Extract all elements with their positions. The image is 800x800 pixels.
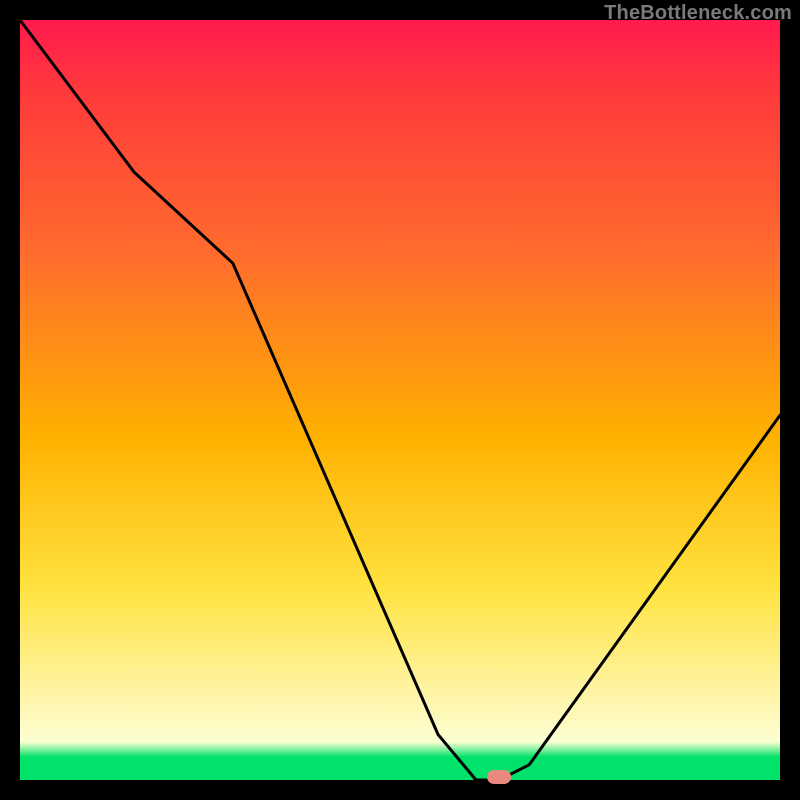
optimal-marker xyxy=(487,770,511,784)
plot-area xyxy=(20,20,780,780)
bottleneck-curve xyxy=(20,20,780,780)
chart-frame: TheBottleneck.com xyxy=(0,0,800,800)
